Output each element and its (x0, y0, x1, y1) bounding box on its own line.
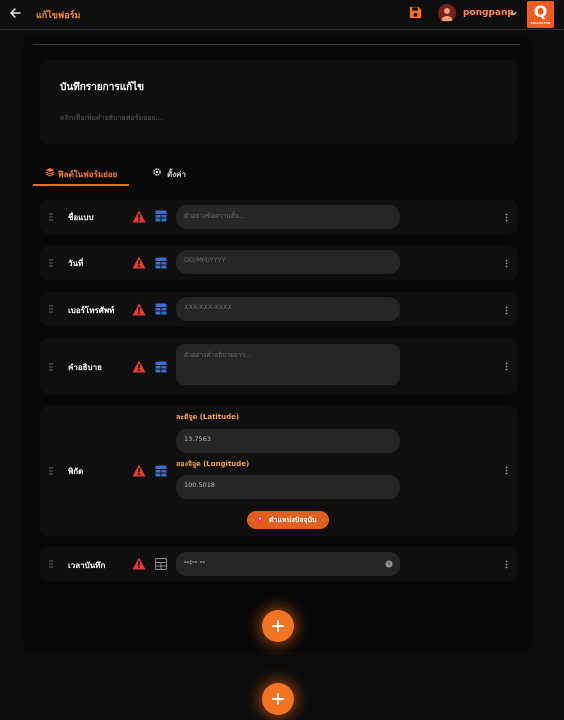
form-description[interactable]: คลิกเพื่อเพิ่มคำอธิบายฟอร์มย่อย... (60, 113, 162, 124)
map-pin-icon (256, 515, 264, 525)
current-location-button[interactable]: ตำแหน่งปัจจุบัน (247, 511, 329, 529)
field-row-time: เวลาบันทึก --:-- -- (40, 547, 518, 581)
logo-subtitle: COLLECTOR (530, 21, 551, 25)
warning-icon[interactable] (132, 210, 146, 223)
field-label: เบอร์โทรศัพท์ (68, 306, 115, 315)
latitude-input[interactable]: 13.7563 (176, 429, 400, 453)
field-row-name: ชื่อแบบ ตัวอย่างข้อความสั้น... (40, 200, 518, 234)
clock-icon[interactable] (385, 560, 393, 568)
plus-icon (272, 620, 284, 632)
drag-handle-icon[interactable] (49, 213, 53, 221)
drag-handle-icon[interactable] (49, 305, 53, 313)
table-icon[interactable] (155, 257, 167, 269)
avatar[interactable] (438, 4, 456, 22)
layers-icon (45, 168, 55, 177)
date-input[interactable]: DD/MM/YYYY (176, 250, 400, 274)
field-label: ชื่อแบบ (68, 213, 94, 222)
field-row-date: วันที่ DD/MM/YYYY (40, 246, 518, 280)
drag-handle-icon[interactable] (49, 259, 53, 267)
phone-input[interactable]: XXX-XXX-XXXX (176, 297, 400, 321)
more-options-icon[interactable] (505, 213, 508, 222)
tab-fields[interactable]: ฟิลด์ในฟอร์มย่อย (33, 160, 129, 186)
warning-icon[interactable] (132, 557, 146, 570)
page-title: แก้ไขฟอร์ม (36, 11, 81, 21)
drag-handle-icon[interactable] (49, 363, 53, 371)
gear-icon (153, 168, 161, 176)
table-icon[interactable] (155, 558, 167, 570)
warning-icon[interactable] (132, 256, 146, 269)
app-logo[interactable]: Q COLLECTOR (527, 1, 554, 28)
more-options-icon[interactable] (505, 306, 508, 315)
tab-settings-label: ตั้งค่า (167, 170, 186, 179)
more-options-icon[interactable] (505, 560, 508, 569)
chevron-down-icon[interactable] (509, 9, 518, 18)
warning-icon[interactable] (132, 360, 146, 373)
time-input[interactable]: --:-- -- (176, 552, 400, 576)
warning-icon[interactable] (132, 464, 146, 477)
longitude-input[interactable]: 100.5018 (176, 475, 400, 499)
drag-handle-icon[interactable] (49, 560, 53, 568)
table-icon[interactable] (155, 210, 167, 222)
tab-fields-label: ฟิลด์ในฟอร์มย่อย (58, 170, 118, 179)
current-location-label: ตำแหน่งปัจจุบัน (269, 516, 317, 524)
divider (33, 44, 520, 45)
form-title[interactable]: บันทึกรายการแก้ไข (60, 80, 144, 95)
warning-icon[interactable] (132, 303, 146, 316)
username[interactable]: pongpanp (463, 8, 514, 18)
more-options-icon[interactable] (505, 259, 508, 268)
table-icon[interactable] (155, 303, 167, 315)
form-header-card (40, 60, 518, 144)
field-label: คำอธิบาย (68, 363, 102, 372)
long-text-input[interactable]: ตัวอย่างคำอธิบายยาว... (176, 344, 400, 385)
field-row-phone: เบอร์โทรศัพท์ XXX-XXX-XXXX (40, 292, 518, 326)
save-icon[interactable] (408, 5, 423, 20)
more-options-icon[interactable] (505, 466, 508, 475)
table-icon[interactable] (155, 361, 167, 373)
logo-letter: Q (533, 2, 548, 21)
field-label: พิกัด (68, 467, 84, 476)
field-label: เวลาบันทึก (68, 561, 106, 570)
drag-handle-icon[interactable] (49, 467, 53, 475)
table-icon[interactable] (155, 465, 167, 477)
tab-settings[interactable]: ตั้งค่า (150, 160, 200, 186)
add-field-button[interactable] (262, 610, 294, 642)
latitude-label: ละติจูด (Latitude) (176, 413, 240, 421)
short-text-input[interactable]: ตัวอย่างข้อความสั้น... (176, 205, 400, 229)
top-bar: แก้ไขฟอร์ม pongpanp Q COLLECTOR (0, 0, 564, 30)
more-options-icon[interactable] (505, 362, 508, 371)
back-arrow-icon[interactable] (8, 6, 22, 20)
field-row-coordinates: พิกัด ละติจูด (Latitude) 13.7563 ลองจิจู… (40, 406, 518, 536)
field-row-description: คำอธิบาย ตัวอย่างคำอธิบายยาว... (40, 338, 518, 394)
user-icon (441, 8, 453, 21)
longitude-label: ลองจิจูด (Longitude) (176, 460, 250, 468)
plus-icon (272, 693, 284, 705)
add-subform-button[interactable] (262, 683, 294, 715)
field-label: วันที่ (68, 259, 84, 268)
